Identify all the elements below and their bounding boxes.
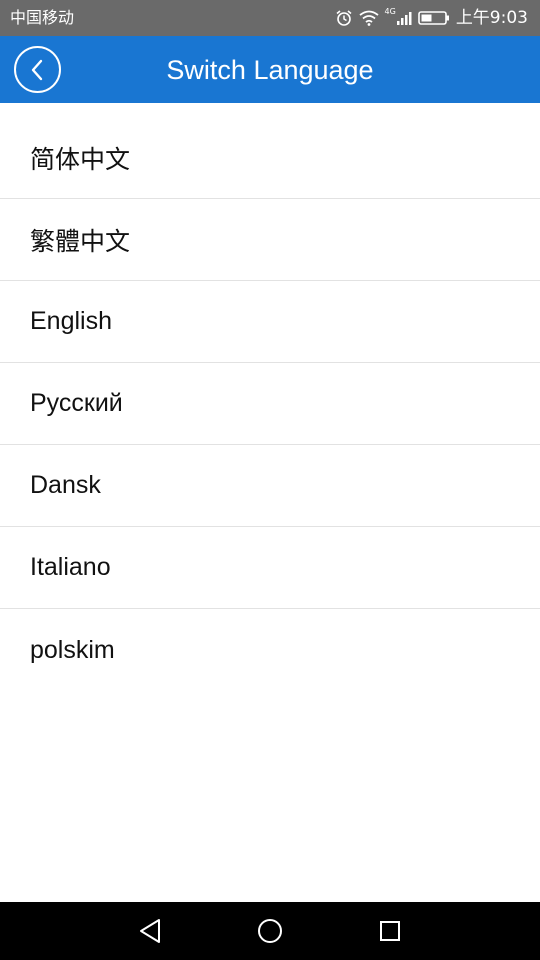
status-bar: 中国移动 4G 上午9:03 xyxy=(0,0,540,36)
nav-recents-button[interactable] xyxy=(375,916,405,946)
page-title: Switch Language xyxy=(166,55,374,85)
wifi-icon xyxy=(358,10,379,26)
carrier-label: 中国移动 xyxy=(10,8,75,27)
signal-icon xyxy=(396,12,412,25)
nav-home-button[interactable] xyxy=(255,916,285,946)
app-header: Switch Language xyxy=(0,36,540,103)
language-option-russian[interactable]: Русский xyxy=(0,363,540,445)
language-option-italian[interactable]: Italiano xyxy=(0,527,540,609)
language-list: 简体中文 繁體中文 English Русский Dansk Italiano… xyxy=(0,117,540,691)
language-option-danish[interactable]: Dansk xyxy=(0,445,540,527)
nav-back-button[interactable] xyxy=(135,916,165,946)
status-icons: 4G 上午9:03 xyxy=(335,6,528,30)
network-type-label: 4G xyxy=(384,7,396,16)
recents-square-icon xyxy=(380,921,400,941)
system-nav-bar xyxy=(0,902,540,960)
home-circle-icon xyxy=(258,919,282,943)
language-option-polish[interactable]: polskim xyxy=(0,609,540,691)
language-option-english[interactable]: English xyxy=(0,281,540,363)
battery-icon xyxy=(418,11,449,25)
back-triangle-icon xyxy=(140,919,160,943)
language-option-traditional-chinese[interactable]: 繁體中文 xyxy=(0,199,540,281)
language-option-simplified-chinese[interactable]: 简体中文 xyxy=(0,117,540,199)
clock-time: 上午9:03 xyxy=(455,8,528,28)
alarm-icon xyxy=(336,10,352,26)
